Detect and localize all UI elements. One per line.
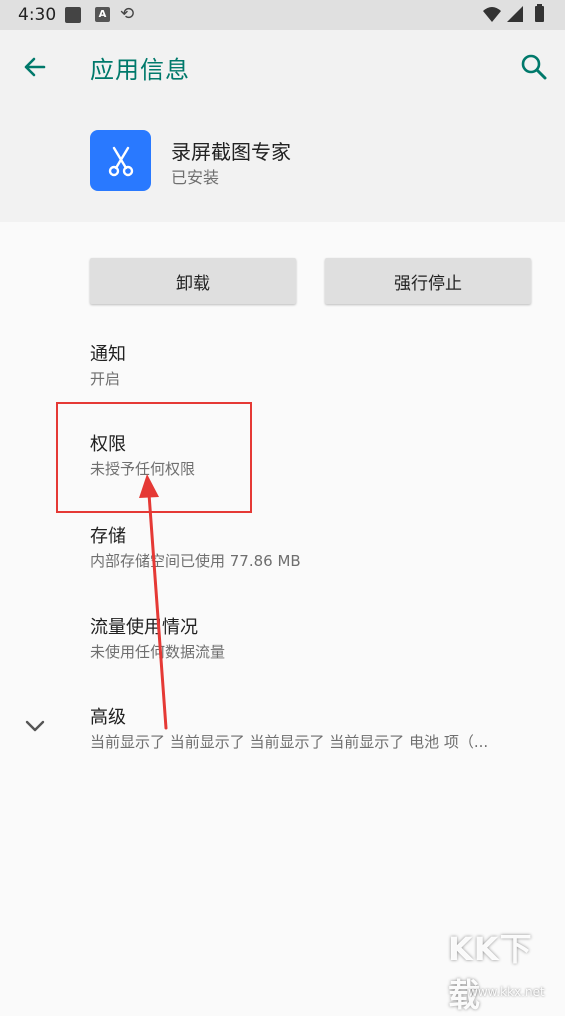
- annotation-arrow: [139, 474, 168, 730]
- watermark-url: www.kkx.net: [468, 985, 545, 999]
- watermark-logo: KK下载: [448, 930, 533, 1014]
